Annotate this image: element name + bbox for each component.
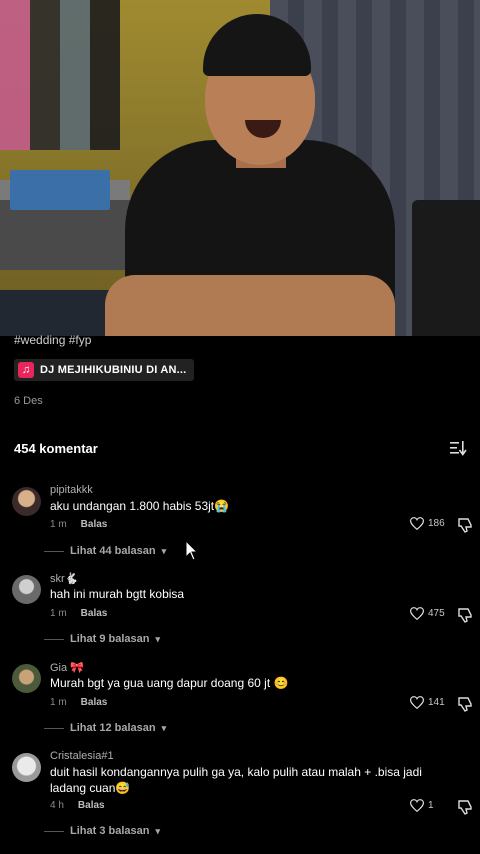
like-count: 186 — [428, 518, 445, 529]
music-note-icon: ♫ — [18, 362, 34, 378]
hanging-clothes — [0, 0, 120, 150]
avatar[interactable] — [12, 487, 41, 516]
comment-text: hah ini murah bgtt kobisa — [50, 587, 185, 601]
comment-meta: 1 m Balas — [50, 608, 107, 619]
storage-box — [10, 170, 110, 210]
comment-username[interactable]: skr🐇 — [50, 572, 78, 585]
avatar[interactable] — [12, 753, 41, 782]
video-player[interactable] — [0, 0, 480, 336]
dislike-icon[interactable] — [457, 799, 473, 815]
divider-line — [44, 830, 64, 832]
like-button[interactable]: 475 — [410, 607, 445, 620]
view-replies-label: Lihat 12 balasan — [70, 722, 156, 734]
chevron-down-icon: ▾ — [161, 545, 167, 556]
mouse-cursor-icon — [185, 540, 199, 561]
avatar[interactable] — [12, 664, 41, 693]
view-replies-label: Lihat 3 balasan — [70, 825, 150, 837]
comment-username[interactable]: Gia 🎀 — [50, 661, 84, 674]
comment-meta: 1 m Balas — [50, 697, 107, 708]
comment-text: duit hasil kondangannya pulih ga ya, kal… — [50, 765, 422, 795]
view-replies-button[interactable]: Lihat 44 balasan ▾ — [44, 545, 166, 557]
like-count: 141 — [428, 697, 445, 708]
like-count: 1 — [428, 800, 434, 811]
post-caption[interactable]: #wedding #fyp — [14, 333, 91, 347]
divider-line — [44, 727, 64, 729]
comment-text: Murah bgt ya gua uang dapur doang 60 jt … — [50, 676, 289, 690]
heart-icon — [410, 696, 424, 709]
sort-icon[interactable] — [449, 440, 467, 456]
divider-line — [44, 638, 64, 640]
like-button[interactable]: 186 — [410, 517, 445, 530]
comment-username[interactable]: Cristalesia#1 — [50, 750, 114, 762]
comment-meta: 4 h Balas — [50, 800, 105, 811]
comment-time: 1 m — [50, 608, 67, 619]
like-button[interactable]: 1 — [410, 799, 434, 812]
view-replies-label: Lihat 9 balasan — [70, 633, 150, 645]
background-chair — [412, 200, 480, 336]
person-arms — [105, 275, 395, 336]
reply-button[interactable]: Balas — [81, 608, 108, 619]
chevron-down-icon: ▾ — [155, 633, 161, 644]
reply-button[interactable]: Balas — [81, 697, 108, 708]
post-date: 6 Des — [14, 395, 43, 407]
reply-button[interactable]: Balas — [78, 800, 105, 811]
chevron-down-icon: ▾ — [155, 825, 161, 836]
heart-icon — [410, 799, 424, 812]
view-replies-button[interactable]: Lihat 12 balasan ▾ — [44, 722, 166, 734]
view-replies-button[interactable]: Lihat 9 balasan ▾ — [44, 633, 160, 645]
view-replies-button[interactable]: Lihat 3 balasan ▾ — [44, 825, 160, 837]
sound-label: DJ MEJIHIKUBINIU DI AN... — [40, 364, 187, 376]
comment-meta: 1 m Balas — [50, 519, 107, 530]
comment-username[interactable]: pipitakkk — [50, 484, 93, 496]
dislike-icon[interactable] — [457, 696, 473, 712]
comment-time: 4 h — [50, 800, 64, 811]
like-button[interactable]: 141 — [410, 696, 445, 709]
heart-icon — [410, 607, 424, 620]
like-count: 475 — [428, 608, 445, 619]
heart-icon — [410, 517, 424, 530]
comment-time: 1 m — [50, 519, 67, 530]
comment-time: 1 m — [50, 697, 67, 708]
sound-chip[interactable]: ♫ DJ MEJIHIKUBINIU DI AN... — [14, 359, 195, 381]
divider-line — [44, 550, 64, 552]
view-replies-label: Lihat 44 balasan — [70, 545, 156, 557]
reply-button[interactable]: Balas — [81, 519, 108, 530]
avatar[interactable] — [12, 575, 41, 604]
chevron-down-icon: ▾ — [161, 722, 167, 733]
background-table — [0, 290, 120, 336]
dislike-icon[interactable] — [457, 607, 473, 623]
comment-text: aku undangan 1.800 habis 53jt😭 — [50, 499, 230, 513]
dislike-icon[interactable] — [457, 517, 473, 533]
comments-count: 454 komentar — [14, 441, 98, 456]
